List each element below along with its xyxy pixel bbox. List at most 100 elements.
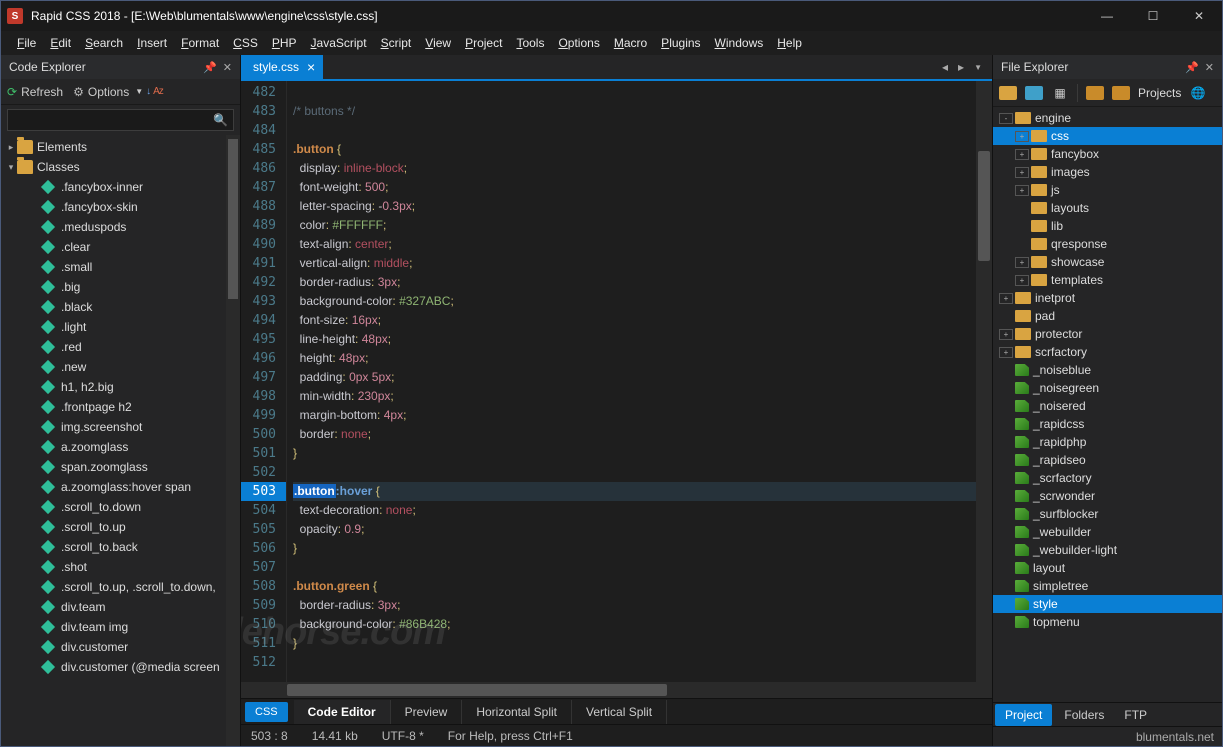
fe-item[interactable]: +inetprot [993,289,1222,307]
fe-item[interactable]: layouts [993,199,1222,217]
tab-menu-icon[interactable]: ▼ [974,63,982,72]
new-file-icon[interactable] [1025,84,1043,102]
minimize-button[interactable]: — [1084,1,1130,31]
parent-folder-icon[interactable] [1112,84,1130,102]
class-item[interactable]: div.team [1,597,226,617]
fe-item[interactable]: +scrfactory [993,343,1222,361]
fe-item[interactable]: +showcase [993,253,1222,271]
class-item[interactable]: .clear [1,237,226,257]
fe-item[interactable]: topmenu [993,613,1222,631]
menu-macro[interactable]: Macro [608,33,653,53]
class-item[interactable]: div.customer (@media screen [1,657,226,677]
tree-node-elements[interactable]: ▸Elements [1,137,226,157]
panel-close-icon[interactable]: ✕ [1205,61,1214,74]
menu-view[interactable]: View [419,33,457,53]
globe-icon[interactable]: 🌐 [1189,84,1207,102]
menu-windows[interactable]: Windows [709,33,770,53]
fe-tab-ftp[interactable]: FTP [1114,704,1157,726]
fe-item[interactable]: layout [993,559,1222,577]
menu-tools[interactable]: Tools [510,33,550,53]
fe-item[interactable]: lib [993,217,1222,235]
fe-item[interactable]: +css [993,127,1222,145]
maximize-button[interactable]: ☐ [1130,1,1176,31]
fe-item[interactable]: _webuilder-light [993,541,1222,559]
fe-item[interactable]: _scrfactory [993,469,1222,487]
fe-item[interactable]: _surfblocker [993,505,1222,523]
fe-item[interactable]: +js [993,181,1222,199]
class-item[interactable]: .scroll_to.up, .scroll_to.down, [1,577,226,597]
class-item[interactable]: .big [1,277,226,297]
fe-item[interactable]: _webuilder [993,523,1222,541]
class-item[interactable]: .fancybox-skin [1,197,226,217]
code-explorer-tree[interactable]: ▸Elements ▾Classes .fancybox-inner.fancy… [1,135,226,746]
class-item[interactable]: .new [1,357,226,377]
fe-item[interactable]: style [993,595,1222,613]
close-button[interactable]: ✕ [1176,1,1222,31]
fe-item[interactable]: simpletree [993,577,1222,595]
class-item[interactable]: .scroll_to.up [1,517,226,537]
tab-close-icon[interactable]: × [307,59,315,75]
class-item[interactable]: span.zoomglass [1,457,226,477]
fe-item[interactable]: pad [993,307,1222,325]
menu-edit[interactable]: Edit [44,33,77,53]
fe-item[interactable]: _rapidphp [993,433,1222,451]
fe-item[interactable]: _rapidcss [993,415,1222,433]
class-item[interactable]: .light [1,317,226,337]
lang-pill[interactable]: CSS [245,702,288,722]
fe-item[interactable]: +fancybox [993,145,1222,163]
menu-project[interactable]: Project [459,33,508,53]
class-item[interactable]: div.team img [1,617,226,637]
class-item[interactable]: h1, h2.big [1,377,226,397]
bottom-tab-code-editor[interactable]: Code Editor [294,700,391,724]
projects-button[interactable]: Projects [1138,86,1181,100]
menu-file[interactable]: File [11,33,42,53]
scrollbar-horizontal[interactable] [241,682,992,698]
class-item[interactable]: a.zoomglass:hover span [1,477,226,497]
sort-button[interactable]: Az [153,86,163,97]
panel-close-icon[interactable]: ✕ [223,61,232,74]
class-item[interactable]: .red [1,337,226,357]
menu-script[interactable]: Script [375,33,418,53]
fe-item[interactable]: _rapidseo [993,451,1222,469]
scrollbar-vertical[interactable] [226,135,240,746]
new-folder-icon[interactable] [999,84,1017,102]
pin-icon[interactable]: 📌 [1185,61,1199,74]
class-item[interactable]: .fancybox-inner [1,177,226,197]
tab-next-icon[interactable]: ▸ [958,60,964,74]
menu-insert[interactable]: Insert [131,33,173,53]
menu-plugins[interactable]: Plugins [655,33,706,53]
menu-search[interactable]: Search [79,33,129,53]
tab-prev-icon[interactable]: ◂ [942,60,948,74]
menu-format[interactable]: Format [175,33,225,53]
fe-item[interactable]: _noisegreen [993,379,1222,397]
menu-php[interactable]: PHP [266,33,303,53]
sheet-icon[interactable]: ▦ [1051,84,1069,102]
class-item[interactable]: img.screenshot [1,417,226,437]
fe-tab-project[interactable]: Project [995,704,1052,726]
class-item[interactable]: div.customer [1,637,226,657]
bottom-tab-vertical-split[interactable]: Vertical Split [572,700,667,724]
refresh-button[interactable]: ⟳Refresh [7,85,63,99]
tree-node-classes[interactable]: ▾Classes [1,157,226,177]
fe-item[interactable]: qresponse [993,235,1222,253]
fe-tab-folders[interactable]: Folders [1054,704,1114,726]
class-item[interactable]: .frontpage h2 [1,397,226,417]
fe-item[interactable]: _noisered [993,397,1222,415]
fe-item[interactable]: +templates [993,271,1222,289]
options-button[interactable]: ⚙Options▼ [73,85,143,99]
file-explorer-tree[interactable]: -engine+css+fancybox+images+jslayoutslib… [993,107,1222,702]
bottom-tab-horizontal-split[interactable]: Horizontal Split [462,700,572,724]
fe-item[interactable]: +protector [993,325,1222,343]
class-item[interactable]: .shot [1,557,226,577]
pin-icon[interactable]: 📌 [203,61,217,74]
class-item[interactable]: .small [1,257,226,277]
fe-item[interactable]: _scrwonder [993,487,1222,505]
fe-item[interactable]: _noiseblue [993,361,1222,379]
code-editor[interactable]: /* buttons */ .button { display: inline-… [287,81,976,682]
class-item[interactable]: .scroll_to.down [1,497,226,517]
menu-help[interactable]: Help [771,33,808,53]
class-item[interactable]: a.zoomglass [1,437,226,457]
menu-options[interactable]: Options [552,33,605,53]
bottom-tab-preview[interactable]: Preview [391,700,463,724]
class-item[interactable]: .scroll_to.back [1,537,226,557]
